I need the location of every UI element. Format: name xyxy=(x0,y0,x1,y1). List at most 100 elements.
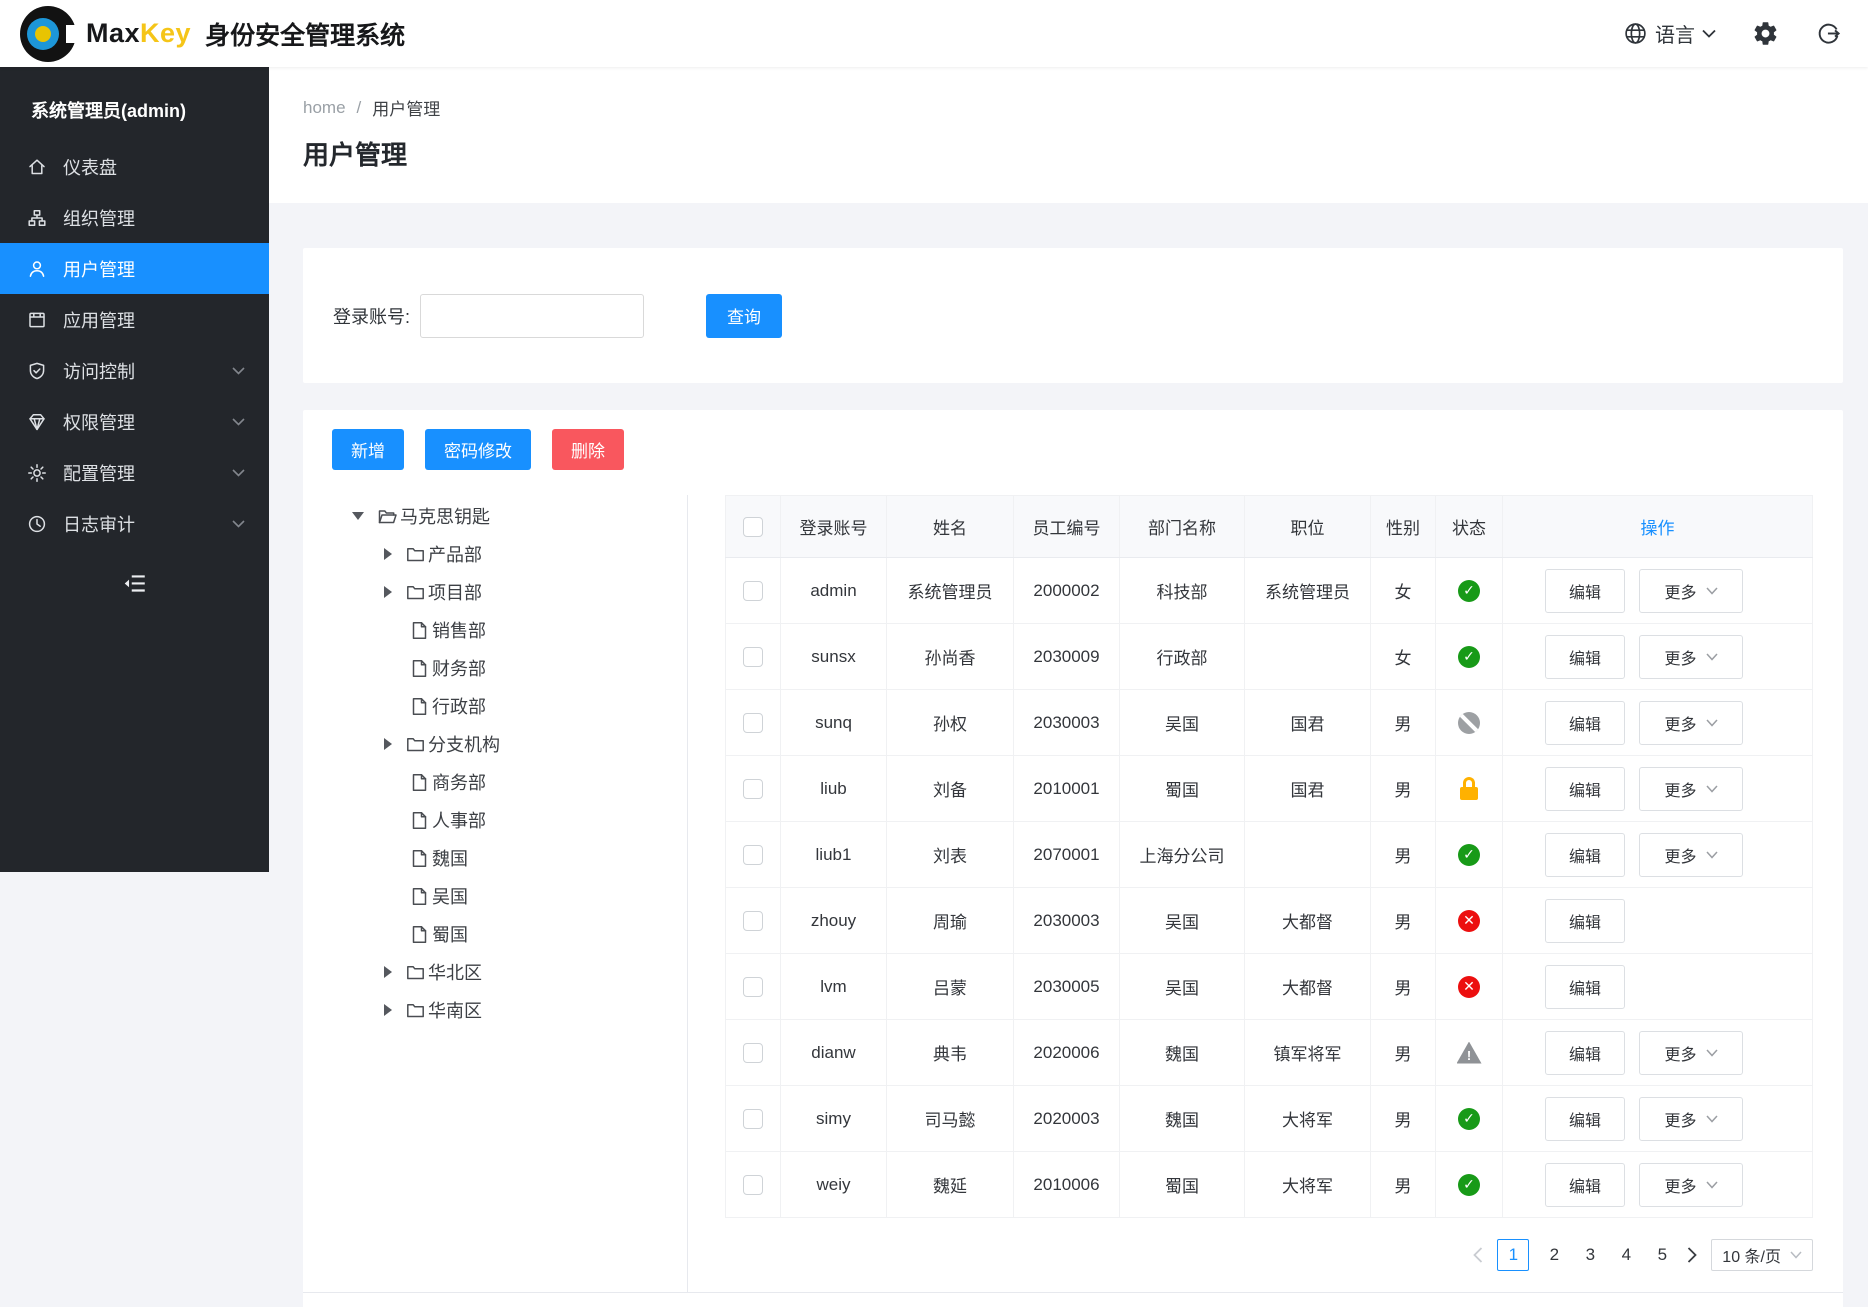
sidebar-item-apps[interactable]: 应用管理 xyxy=(0,294,269,345)
edit-button[interactable]: 编辑 xyxy=(1545,899,1625,943)
caret-right-icon[interactable] xyxy=(384,586,392,598)
more-button[interactable]: 更多 xyxy=(1639,701,1743,745)
tree-node-label: 马克思钥匙 xyxy=(400,503,490,529)
page-number-2[interactable]: 2 xyxy=(1543,1245,1565,1265)
next-page-icon[interactable] xyxy=(1687,1247,1697,1263)
edit-button[interactable]: 编辑 xyxy=(1545,569,1625,613)
row-checkbox[interactable] xyxy=(743,1175,763,1195)
edit-button[interactable]: 编辑 xyxy=(1545,965,1625,1009)
prev-page-icon[interactable] xyxy=(1473,1247,1483,1263)
row-checkbox[interactable] xyxy=(743,779,763,799)
employee-no-cell: 2000002 xyxy=(1014,558,1120,624)
more-button[interactable]: 更多 xyxy=(1639,635,1743,679)
row-checkbox[interactable] xyxy=(743,911,763,931)
breadcrumb-separator: / xyxy=(357,98,362,118)
add-button[interactable]: 新增 xyxy=(332,429,404,470)
tree-node[interactable]: 销售部 xyxy=(303,611,687,649)
actions-cell: 编辑更多 xyxy=(1503,624,1813,690)
tree-node[interactable]: 财务部 xyxy=(303,649,687,687)
page-number-4[interactable]: 4 xyxy=(1615,1245,1637,1265)
more-button[interactable]: 更多 xyxy=(1639,1031,1743,1075)
page-number-5[interactable]: 5 xyxy=(1651,1245,1673,1265)
edit-button[interactable]: 编辑 xyxy=(1545,1097,1625,1141)
top-header: MaxKey 身份安全管理系统 语言 xyxy=(0,0,1868,67)
sidebar-item-users[interactable]: 用户管理 xyxy=(0,243,269,294)
lock-icon xyxy=(1460,777,1478,800)
more-button[interactable]: 更多 xyxy=(1639,1163,1743,1207)
tree-node-label: 项目部 xyxy=(428,579,482,605)
sidebar-item-org[interactable]: 组织管理 xyxy=(0,192,269,243)
employee-no-cell: 2030003 xyxy=(1014,690,1120,756)
more-button[interactable]: 更多 xyxy=(1639,1097,1743,1141)
page-number-3[interactable]: 3 xyxy=(1579,1245,1601,1265)
tree-node[interactable]: 分支机构 xyxy=(303,725,687,763)
tree-node[interactable]: 项目部 xyxy=(303,573,687,611)
app-title: 身份安全管理系统 xyxy=(205,16,405,52)
login-account-input[interactable] xyxy=(420,294,644,338)
row-select-cell xyxy=(726,1020,781,1086)
org-icon xyxy=(27,208,47,228)
settings-gear-icon[interactable] xyxy=(1752,20,1779,47)
tree-node[interactable]: 蜀国 xyxy=(303,915,687,953)
more-label: 更多 xyxy=(1664,579,1696,603)
login-account-label: 登录账号: xyxy=(333,303,410,329)
tree-node[interactable]: 产品部 xyxy=(303,535,687,573)
edit-button[interactable]: 编辑 xyxy=(1545,833,1625,877)
row-checkbox[interactable] xyxy=(743,1109,763,1129)
caret-right-icon[interactable] xyxy=(384,548,392,560)
delete-button[interactable]: 删除 xyxy=(552,429,624,470)
tree-node[interactable]: 马克思钥匙 xyxy=(303,497,687,535)
employee-no-cell: 2070001 xyxy=(1014,822,1120,888)
breadcrumb-home[interactable]: home xyxy=(303,98,346,118)
sidebar-item-dashboard[interactable]: 仪表盘 xyxy=(0,141,269,192)
row-checkbox[interactable] xyxy=(743,581,763,601)
row-actions: 编辑 更多 xyxy=(1545,767,1812,811)
row-checkbox[interactable] xyxy=(743,977,763,997)
edit-button[interactable]: 编辑 xyxy=(1545,1163,1625,1207)
more-label: 更多 xyxy=(1664,777,1696,801)
caret-right-icon[interactable] xyxy=(384,966,392,978)
sidebar-item-audit[interactable]: 日志审计 xyxy=(0,498,269,549)
tree-node[interactable]: 人事部 xyxy=(303,801,687,839)
sidebar-item-access[interactable]: 访问控制 xyxy=(0,345,269,396)
more-button[interactable]: 更多 xyxy=(1639,767,1743,811)
edit-button[interactable]: 编辑 xyxy=(1545,635,1625,679)
more-button[interactable]: 更多 xyxy=(1639,569,1743,613)
more-button[interactable]: 更多 xyxy=(1639,833,1743,877)
status-cell: ✓ xyxy=(1436,1086,1503,1152)
edit-button[interactable]: 编辑 xyxy=(1545,701,1625,745)
caret-down-icon[interactable] xyxy=(352,512,364,520)
page-number-1[interactable]: 1 xyxy=(1497,1239,1529,1271)
row-checkbox[interactable] xyxy=(743,713,763,733)
select-all-checkbox[interactable] xyxy=(743,517,763,537)
sidebar-item-perm[interactable]: 权限管理 xyxy=(0,396,269,447)
caret-right-icon[interactable] xyxy=(384,738,392,750)
tree-node[interactable]: 华南区 xyxy=(303,991,687,1029)
tree-node[interactable]: 吴国 xyxy=(303,877,687,915)
menu-fold-icon[interactable] xyxy=(122,571,148,597)
row-checkbox[interactable] xyxy=(743,845,763,865)
users-card: 新增 密码修改 删除 马克思钥匙产品部项目部销售部财务部行政部分支机构商务部人事… xyxy=(303,410,1843,1307)
caret-right-icon[interactable] xyxy=(384,1004,392,1016)
chevron-down-icon xyxy=(1706,851,1718,859)
logout-icon[interactable] xyxy=(1815,20,1842,47)
tree-node[interactable]: 华北区 xyxy=(303,953,687,991)
more-label: 更多 xyxy=(1664,843,1696,867)
tree-node[interactable]: 魏国 xyxy=(303,839,687,877)
row-actions: 编辑更多 xyxy=(1545,1097,1812,1141)
tree-node[interactable]: 行政部 xyxy=(303,687,687,725)
sidebar-item-config[interactable]: 配置管理 xyxy=(0,447,269,498)
name-cell: 系统管理员 xyxy=(887,558,1014,624)
row-checkbox[interactable] xyxy=(743,1043,763,1063)
language-switcher[interactable]: 语言 xyxy=(1623,19,1716,48)
query-button[interactable]: 查询 xyxy=(706,294,782,338)
change-password-button[interactable]: 密码修改 xyxy=(425,429,531,470)
edit-button[interactable]: 编辑 xyxy=(1545,767,1625,811)
login-account-cell: dianw xyxy=(781,1020,887,1086)
edit-button[interactable]: 编辑 xyxy=(1545,1031,1625,1075)
tree-node[interactable]: 商务部 xyxy=(303,763,687,801)
chevron-down-icon xyxy=(1706,1181,1718,1189)
row-checkbox[interactable] xyxy=(743,647,763,667)
slash-circle-icon xyxy=(1458,712,1480,734)
page-size-select[interactable]: 10 条/页 xyxy=(1711,1239,1813,1271)
